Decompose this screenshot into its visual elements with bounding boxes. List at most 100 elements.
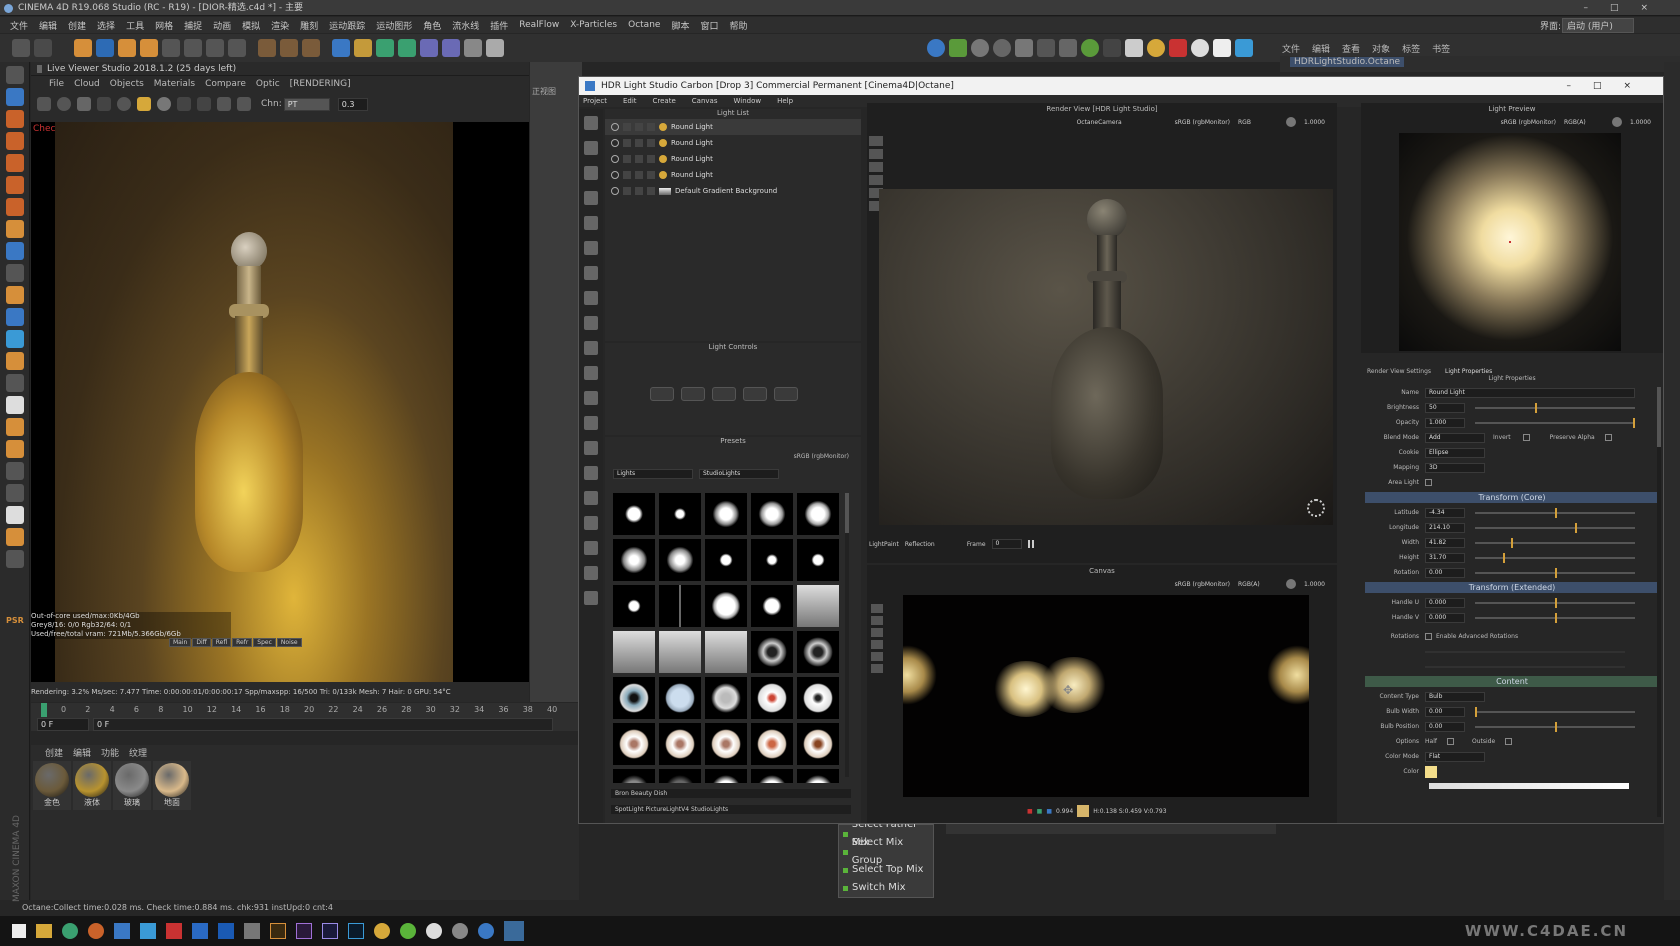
floor-icon[interactable] <box>442 39 460 57</box>
preset-thumbnail[interactable] <box>613 631 655 673</box>
hdr-tool-icon[interactable] <box>584 216 598 230</box>
light-list-row[interactable]: Default Gradient Background <box>605 183 861 199</box>
preset-thumbnail[interactable] <box>613 723 655 765</box>
mute-icon[interactable] <box>647 155 655 163</box>
width-slider[interactable] <box>1475 537 1635 548</box>
chrome-icon[interactable] <box>374 923 390 939</box>
menu-item[interactable]: 帮助 <box>729 19 747 32</box>
rotation-field[interactable]: 0.00 <box>1425 567 1465 578</box>
menu-item[interactable]: 捕捉 <box>184 19 202 32</box>
explorer-icon[interactable] <box>36 924 52 938</box>
redo-icon[interactable] <box>34 39 52 57</box>
menu-item[interactable]: 脚本 <box>671 19 689 32</box>
window-controls[interactable]: –□× <box>1583 0 1670 16</box>
render-pass-tab[interactable]: Diff <box>192 638 211 647</box>
array-icon[interactable] <box>398 39 416 57</box>
canvas-light-3[interactable] <box>1039 657 1109 713</box>
render-pass-tab[interactable]: Spec <box>253 638 276 647</box>
after-effects-icon[interactable] <box>322 923 338 939</box>
hand-app-icon[interactable] <box>166 923 182 939</box>
octane-sphere-icon[interactable] <box>971 39 989 57</box>
preset-thumbnail[interactable] <box>659 723 701 765</box>
preset-thumbnail[interactable] <box>797 723 839 765</box>
live-select-icon[interactable] <box>74 39 92 57</box>
width-field[interactable]: 41.82 <box>1425 537 1465 548</box>
lv-menu-item[interactable]: File <box>49 79 64 89</box>
app-icon-5[interactable] <box>426 923 442 939</box>
hdr-menu-item[interactable]: Canvas <box>692 97 718 105</box>
render-exposure-field[interactable]: 1.0000 <box>1304 119 1325 126</box>
octane-light-icon[interactable] <box>1037 39 1055 57</box>
wechat-icon[interactable] <box>62 923 78 939</box>
preset-thumbnail[interactable] <box>751 677 793 719</box>
menu-item[interactable]: X-Particles <box>570 20 617 30</box>
preset-thumbnail[interactable] <box>751 769 793 783</box>
side-tool-icon[interactable] <box>6 176 24 194</box>
properties-scrollbar[interactable] <box>1657 387 1661 817</box>
render-colorspace-select[interactable]: sRGB (rgbMonitor) <box>1175 119 1230 126</box>
render-picture-viewer-icon[interactable] <box>280 39 298 57</box>
solo-icon[interactable] <box>623 139 631 147</box>
photoshop-icon[interactable] <box>348 923 364 939</box>
render-pass-tab[interactable]: Noise <box>276 638 302 647</box>
visibility-icon[interactable] <box>611 139 619 147</box>
side-tool-icon[interactable] <box>6 396 24 414</box>
menu-item[interactable]: 渲染 <box>271 19 289 32</box>
side-tool-icon[interactable] <box>6 110 24 128</box>
preset-thumbnail[interactable] <box>659 631 701 673</box>
preset-thumbnail[interactable] <box>659 677 701 719</box>
lv-region-icon[interactable] <box>177 97 191 111</box>
lv-menu-item[interactable]: Cloud <box>74 79 100 89</box>
content-header[interactable]: Content <box>1365 676 1659 687</box>
visibility-icon[interactable] <box>611 187 619 195</box>
side-tool-icon[interactable] <box>6 550 24 568</box>
side-tool-icon[interactable] <box>6 220 24 238</box>
light-name-field[interactable]: Round Light <box>1425 387 1635 398</box>
context-menu-item[interactable]: Select Top Mix <box>839 861 933 879</box>
material-menu-item[interactable]: 创建 <box>45 746 63 759</box>
move-icon[interactable] <box>96 39 114 57</box>
lock-icon[interactable] <box>635 123 643 131</box>
app-icon-1[interactable] <box>192 923 208 939</box>
octane-node-icon[interactable] <box>1015 39 1033 57</box>
canvas-light-4[interactable] <box>1267 645 1309 705</box>
side-tool-icon[interactable] <box>6 506 24 524</box>
side-tool-icon[interactable] <box>6 132 24 150</box>
render-pass-tab[interactable]: Refr <box>232 638 253 647</box>
octane-record-icon[interactable] <box>1169 39 1187 57</box>
preserve-alpha-checkbox[interactable] <box>1604 434 1612 441</box>
mute-icon[interactable] <box>647 139 655 147</box>
color-gradient-bar[interactable] <box>1429 783 1629 789</box>
solo-icon[interactable] <box>623 187 631 195</box>
bulb-width-slider[interactable] <box>1475 706 1635 717</box>
preview-exposure-field[interactable]: 1.0000 <box>1630 119 1651 126</box>
hdr-menu-item[interactable]: Window <box>733 97 761 105</box>
preset-thumbnail[interactable] <box>705 539 747 581</box>
opacity-slider[interactable] <box>1475 417 1635 428</box>
z-axis-icon[interactable] <box>206 39 224 57</box>
preset-thumbnail[interactable] <box>613 677 655 719</box>
live-viewer-canvas[interactable]: Check Out-of-core used/max:0Kb/4Gb Grey8… <box>31 122 529 682</box>
y-axis-icon[interactable] <box>184 39 202 57</box>
side-tool-icon[interactable] <box>6 286 24 304</box>
object-menu-item[interactable]: 编辑 <box>1312 42 1330 55</box>
rotation-slider[interactable] <box>1475 567 1635 578</box>
tab-light-properties[interactable]: Light Properties <box>1445 368 1492 375</box>
preset-thumbnail[interactable] <box>705 769 747 783</box>
hdr-window-controls[interactable]: –□× <box>1566 81 1653 91</box>
preset-thumbnail[interactable] <box>751 631 793 673</box>
hdr-menu-item[interactable]: Create <box>653 97 676 105</box>
frame-field[interactable]: 0 <box>991 539 1022 549</box>
cookie-select[interactable]: Ellipse <box>1425 447 1485 458</box>
menu-item[interactable]: 角色 <box>423 19 441 32</box>
octane-refresh-icon[interactable] <box>1081 39 1099 57</box>
color-mode-select[interactable]: Flat <box>1425 751 1485 762</box>
scale-icon[interactable] <box>118 39 136 57</box>
lv-frame-icon[interactable] <box>197 97 211 111</box>
app-icon-2[interactable] <box>218 923 234 939</box>
mapping-select[interactable]: 3D <box>1425 462 1485 473</box>
menu-item[interactable]: RealFlow <box>519 20 559 30</box>
preset-thumbnail[interactable] <box>659 539 701 581</box>
light-list-row[interactable]: Round Light <box>605 167 861 183</box>
octane-material-icon[interactable] <box>993 39 1011 57</box>
